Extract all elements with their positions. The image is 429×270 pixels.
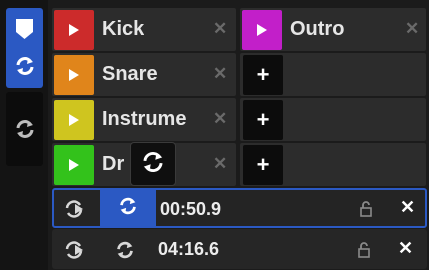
pad-instrument[interactable]: Instrume ✕ <box>52 98 236 141</box>
sync-icon <box>12 53 38 79</box>
close-icon[interactable]: ✕ <box>213 19 227 39</box>
pad-label: Kick <box>102 18 145 40</box>
pad-kick[interactable]: Kick ✕ <box>52 8 236 51</box>
empty-pad-slot: + <box>240 143 426 186</box>
pad-label: Snare <box>102 63 158 85</box>
play-icon <box>69 23 79 36</box>
pad-snare[interactable]: Snare ✕ <box>52 53 236 96</box>
play-button[interactable] <box>54 144 94 185</box>
play-button[interactable] <box>54 99 94 140</box>
drag-sync-overlay[interactable] <box>130 142 176 186</box>
pad-label: Outro <box>290 18 345 40</box>
sidebar-bank-b-button[interactable] <box>6 92 43 166</box>
loop-time: 00:50.9 <box>160 199 222 219</box>
loop-row[interactable]: 00:50.9 ✕ <box>52 188 427 228</box>
play-button[interactable] <box>54 54 94 95</box>
add-pad-button[interactable]: + <box>243 100 283 140</box>
add-pad-button[interactable]: + <box>243 145 283 185</box>
sync-icon <box>138 147 168 182</box>
close-icon[interactable]: ✕ <box>213 154 227 174</box>
loop-sync-button[interactable] <box>100 188 156 228</box>
pad-outro[interactable]: Outro ✕ <box>240 8 426 51</box>
sync-icon <box>116 194 140 223</box>
sync-icon <box>12 116 38 142</box>
play-icon <box>69 113 79 126</box>
loop-jump-icon[interactable] <box>58 196 94 222</box>
close-icon[interactable]: ✕ <box>213 109 227 129</box>
play-icon <box>69 158 79 171</box>
unlock-icon[interactable] <box>359 200 373 218</box>
loop-jump-icon[interactable] <box>58 237 94 263</box>
empty-pad-slot: + <box>240 98 426 141</box>
pad-label: Dr <box>102 153 125 175</box>
sidebar-bank-a-button[interactable] <box>6 8 43 88</box>
close-icon[interactable]: ✕ <box>213 64 227 84</box>
play-icon <box>69 68 79 81</box>
loop-time: 04:16.6 <box>158 239 220 259</box>
shield-icon <box>15 18 34 40</box>
close-icon[interactable]: ✕ <box>398 238 413 259</box>
add-pad-button[interactable]: + <box>243 55 283 95</box>
unlock-icon[interactable] <box>357 241 371 259</box>
pad-label: Instrume <box>102 108 187 130</box>
close-icon[interactable]: ✕ <box>405 19 419 39</box>
play-button[interactable] <box>54 9 94 50</box>
sync-icon[interactable] <box>112 237 138 263</box>
play-button[interactable] <box>242 9 282 50</box>
play-icon <box>257 23 267 36</box>
empty-pad-slot: + <box>240 53 426 96</box>
close-icon[interactable]: ✕ <box>400 197 415 218</box>
loop-row[interactable]: 04:16.6 ✕ <box>52 229 427 269</box>
